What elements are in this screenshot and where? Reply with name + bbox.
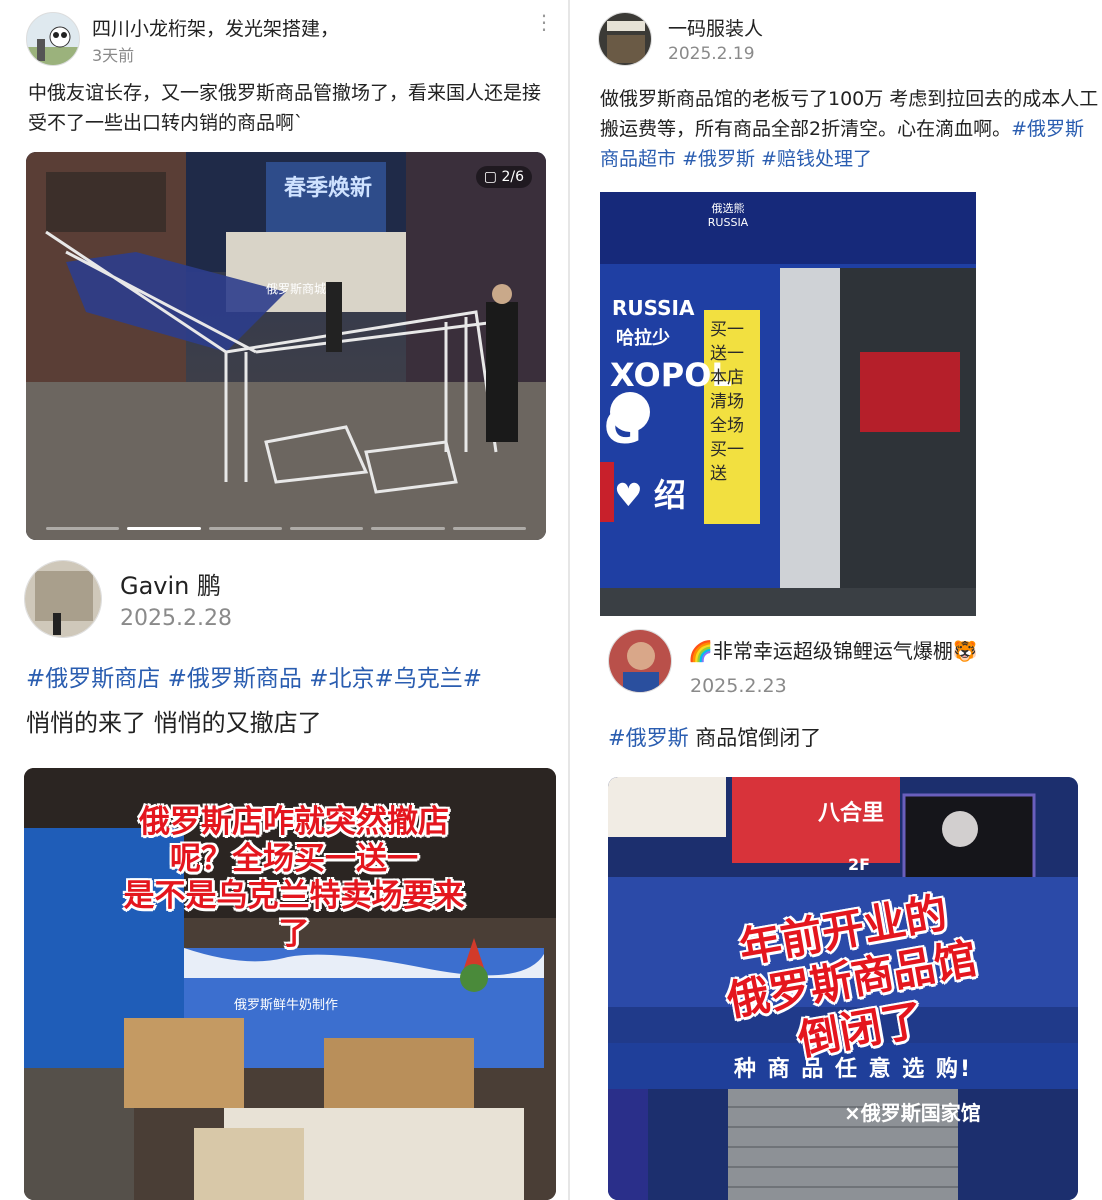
storefront-illustration <box>600 192 976 616</box>
image-counter-label: 2/6 <box>501 169 524 185</box>
post-card[interactable]: 🌈非常幸运超级锦鲤运气爆棚🐯 2025.2.23 #俄罗斯 商品馆倒闭了 八合里… <box>570 625 1102 1200</box>
sign-national-hall: ×俄罗斯国家馆 <box>844 1101 981 1125</box>
post-tags: #俄罗斯商店 #俄罗斯商品 #北京#乌克兰# <box>26 662 566 696</box>
username[interactable]: 🌈非常幸运超级锦鲤运气爆棚🐯 <box>688 635 978 664</box>
overlay-line: 呢？全场买一送一 <box>170 841 418 878</box>
post-date: 3天前 <box>92 46 135 65</box>
gallery-icon: ▢ <box>483 169 498 185</box>
hashtag[interactable]: # <box>463 666 482 692</box>
rainbow-emoji-icon: 🌈 <box>688 639 713 663</box>
avatar[interactable] <box>598 12 652 66</box>
post-date: 2025.2.19 <box>668 44 755 64</box>
hashtag[interactable]: #俄罗斯 <box>682 148 755 170</box>
hashtag[interactable]: #北京 <box>309 666 374 692</box>
paper-notice: 买一送一本店清场全场买一送 <box>710 320 744 484</box>
post-image[interactable]: 八合里 2F 种 商 品 任 意 选 购! ×俄罗斯国家馆 年前开业的 俄罗斯商… <box>608 777 1078 1200</box>
overlay-line: 俄罗斯店咋就突然撤店 <box>139 804 449 840</box>
gallery-dot <box>452 527 526 530</box>
store-g: G <box>604 400 642 454</box>
post-card[interactable]: 一码服装人 2025.2.19 做俄罗斯商品馆的老板亏了100万 考虑到拉回去的… <box>570 0 1102 625</box>
more-options-icon[interactable]: ⋮ <box>534 12 554 32</box>
gallery-dot-active <box>127 527 201 530</box>
store-brand-cn: 哈拉少 <box>616 328 670 349</box>
sign-floor: 2F <box>848 855 871 874</box>
avatar[interactable] <box>608 629 672 693</box>
username[interactable]: 四川小龙桁架，发光架搭建， <box>92 14 339 41</box>
hashtag[interactable]: #乌克兰 <box>374 666 462 692</box>
post-image[interactable]: 俄选熊 RUSSIA RUSSIA 哈拉少 XOPOL G ♥ 绍 买一送一本店… <box>600 192 976 616</box>
image-overlay-caption: 俄罗斯店咋就突然撤店 呢？全场买一送一 是不是乌克兰特卖场要来 了 <box>64 804 524 953</box>
gallery-dot <box>208 527 282 530</box>
avatar[interactable] <box>26 12 80 66</box>
post-card[interactable]: 四川小龙桁架，发光架搭建， 3天前 ⋮ 中俄友谊长存，又一家俄罗斯商品管撤场了，… <box>0 0 568 548</box>
street-scene-illustration <box>26 152 546 540</box>
gallery-dot <box>46 527 120 530</box>
banner-sign: 春季焕新 <box>284 176 373 201</box>
store-heart: ♥ 绍 <box>614 476 686 514</box>
box-print: 俄罗斯鲜牛奶制作 <box>234 998 339 1013</box>
post-text: 中俄友谊长存，又一家俄罗斯商品管撤场了，看来国人还是接受不了一些出口转内销的商品… <box>28 82 542 134</box>
post-text: 做俄罗斯商品馆的老板亏了100万 考虑到拉回去的成本人工搬运费等，所有商品全部2… <box>600 84 1102 174</box>
overlay-line: 了 <box>278 915 310 952</box>
hashtag[interactable]: #赔钱处理了 <box>761 148 872 170</box>
post-date: 2025.2.23 <box>690 675 787 697</box>
post-image[interactable]: ▢ 2/6 春季焕新 俄罗斯商城 <box>26 152 546 540</box>
post-text: 悄悄的来了 悄悄的又撤店了 <box>26 709 322 737</box>
store-sign: 俄罗斯商城 <box>266 282 327 296</box>
image-counter: ▢ 2/6 <box>475 166 532 188</box>
gallery-progress <box>46 527 526 530</box>
tiger-emoji-icon: 🐯 <box>952 639 978 663</box>
username[interactable]: Gavin 鹏 <box>120 566 221 601</box>
post-card[interactable]: Gavin 鹏 2025.2.28 #俄罗斯商店 #俄罗斯商品 #北京#乌克兰#… <box>0 550 568 1200</box>
post-image[interactable]: 俄罗斯店咋就突然撤店 呢？全场买一送一 是不是乌克兰特卖场要来 了 俄罗斯鲜牛奶… <box>24 768 556 1200</box>
username[interactable]: 一码服装人 <box>668 14 763 41</box>
post-body: 商品馆倒闭了 <box>688 726 822 750</box>
post-date: 2025.2.28 <box>120 606 232 631</box>
post-text: #俄罗斯 商品馆倒闭了 <box>608 723 821 753</box>
gallery-dot <box>289 527 364 530</box>
gallery-dot <box>371 527 445 530</box>
username-label: 非常幸运超级锦鲤运气爆棚 <box>712 639 953 663</box>
hashtag[interactable]: #俄罗斯商店 <box>26 666 160 692</box>
store-logo: 俄选熊 RUSSIA <box>707 202 749 229</box>
hashtag[interactable]: #俄罗斯商品 <box>168 666 302 692</box>
sign-restaurant: 八合里 <box>818 801 885 826</box>
store-brand: RUSSIA <box>612 296 695 320</box>
avatar[interactable] <box>24 560 102 638</box>
hashtag[interactable]: #俄罗斯 <box>608 726 689 750</box>
overlay-line: 是不是乌克兰特卖场要来 <box>123 878 465 915</box>
